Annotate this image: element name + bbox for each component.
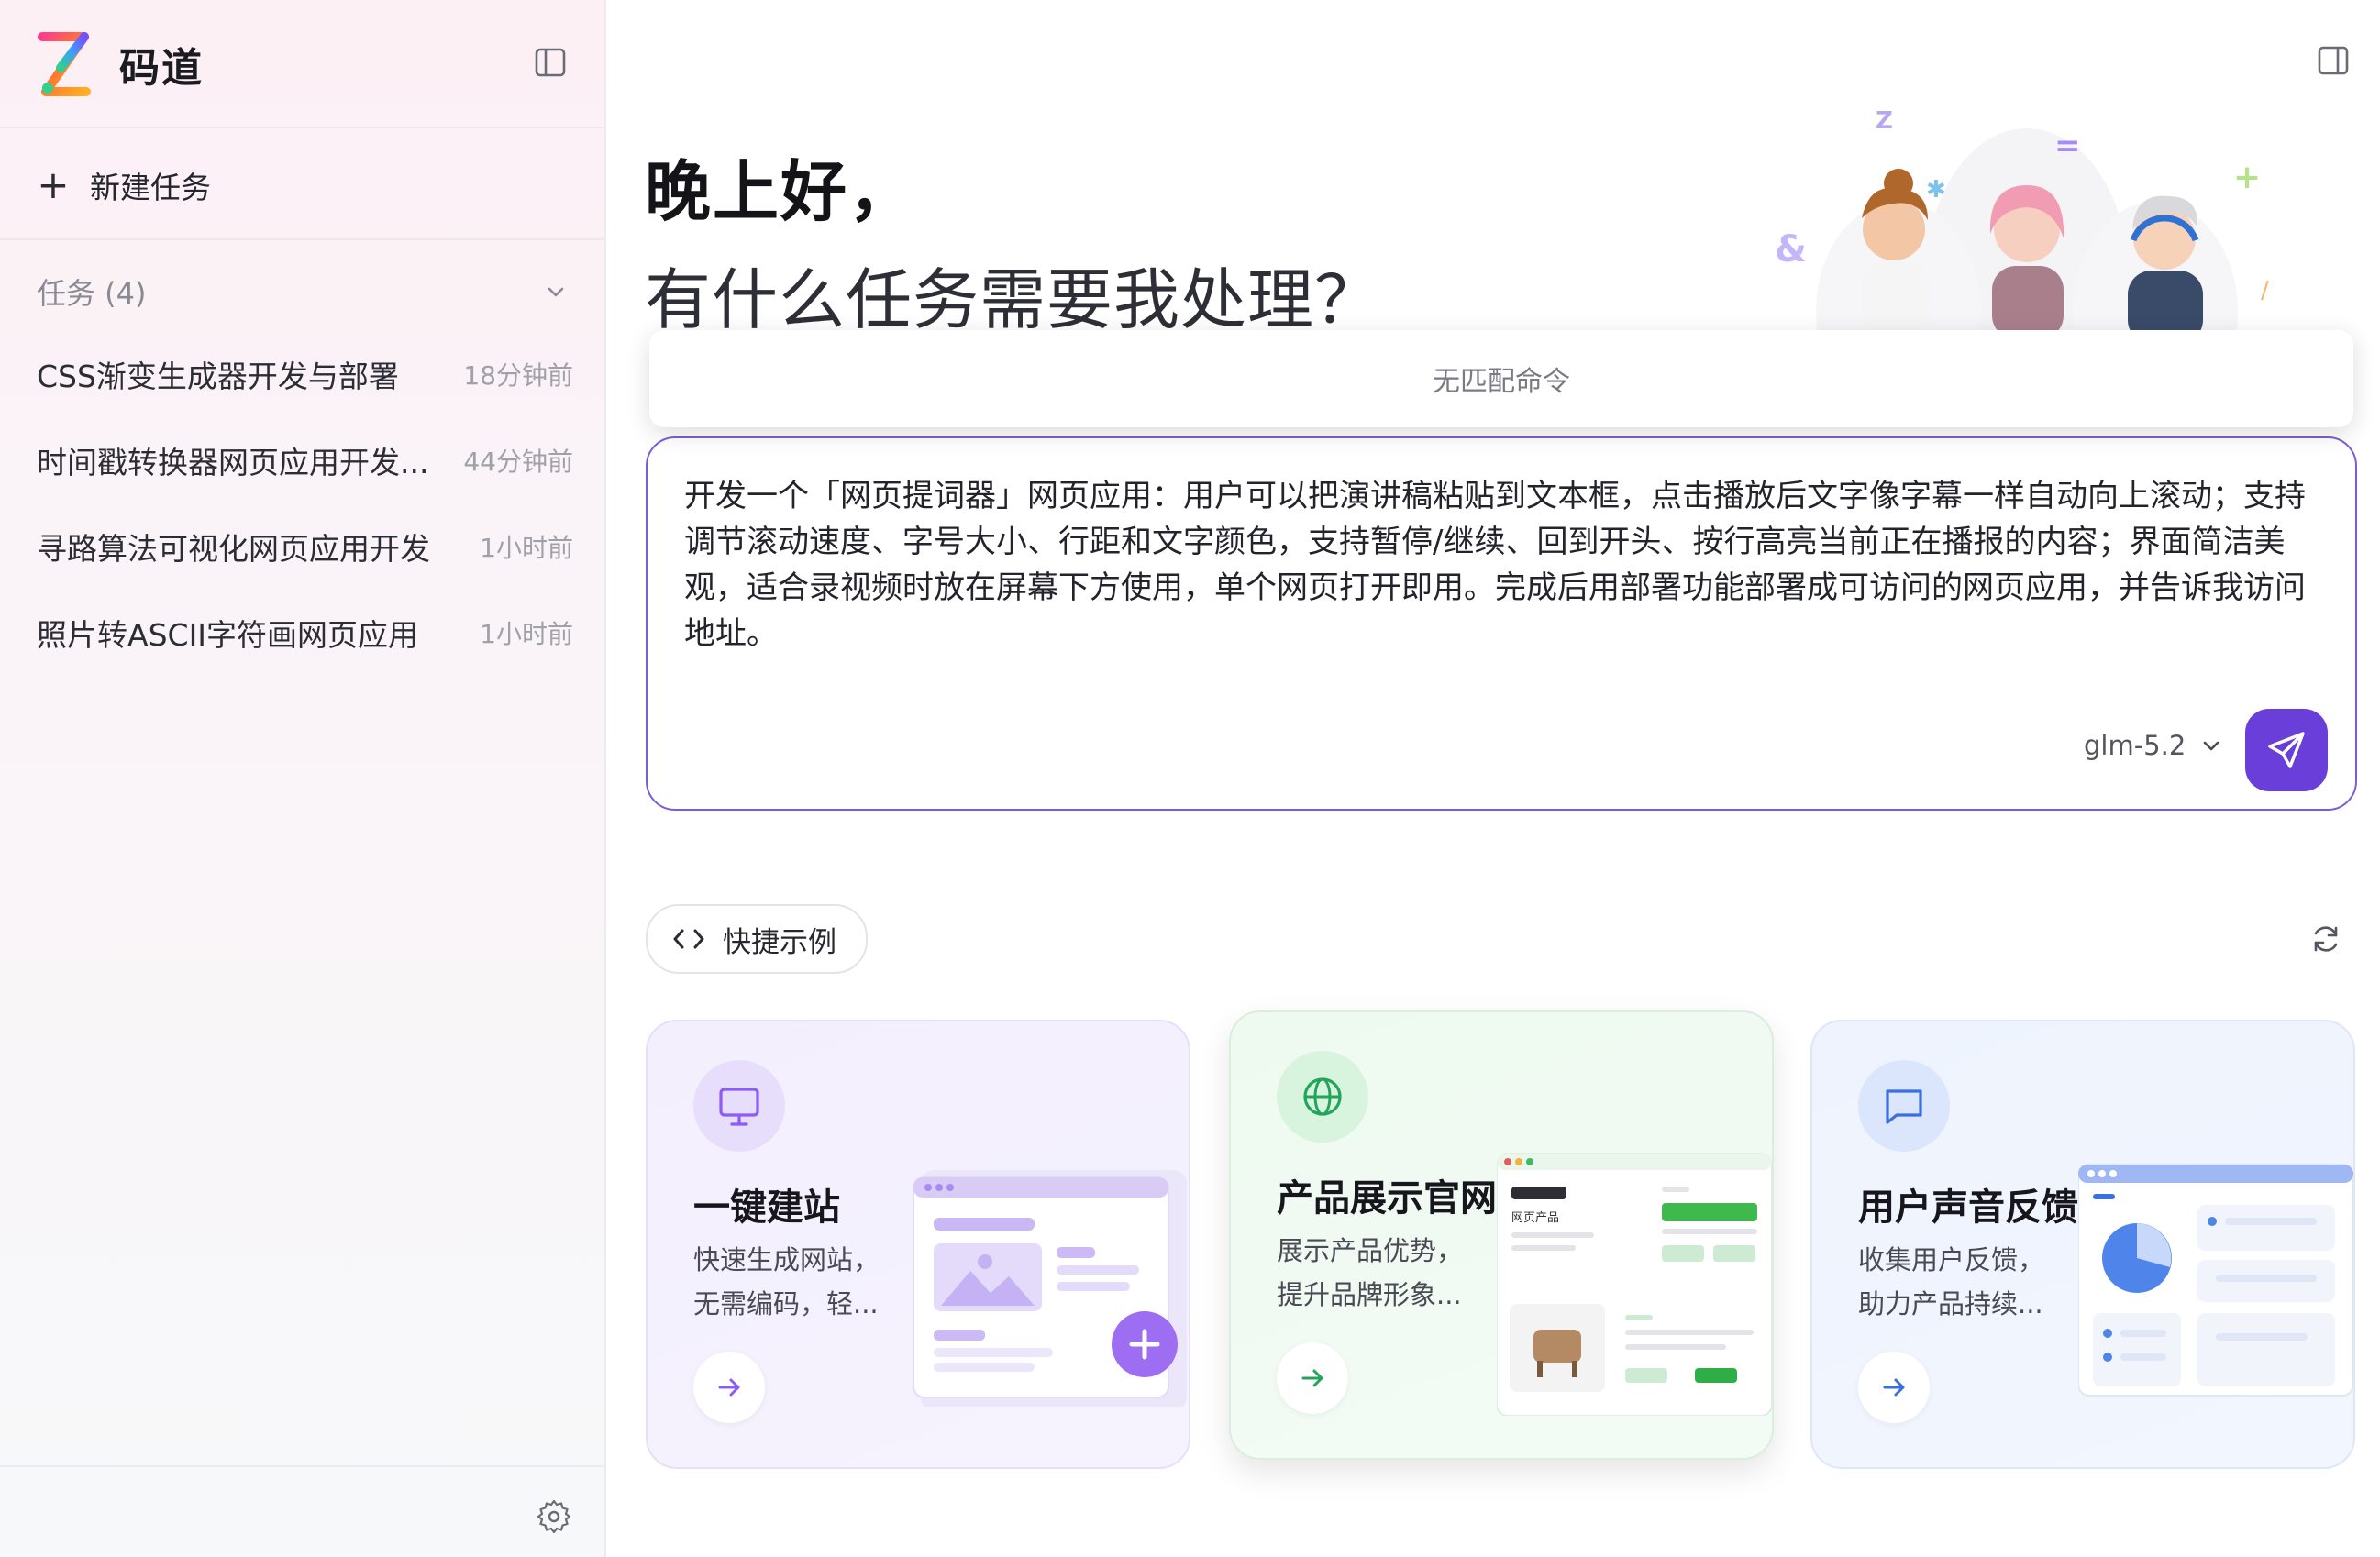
svg-text:Z: Z: [1876, 107, 1893, 135]
refresh-icon[interactable]: [2308, 921, 2344, 957]
divider: [0, 238, 604, 240]
chevron-down-icon: [2204, 741, 2219, 751]
brand[interactable]: 码道: [35, 29, 204, 99]
card-description: 展示产品优势， 提升品牌形象...: [1277, 1235, 1464, 1310]
command-suggestions-dropdown: 无匹配命令: [649, 330, 2353, 427]
task-name: 照片转ASCII字符画网页应用: [37, 617, 419, 653]
svg-text:网页产品: 网页产品: [1511, 1211, 1559, 1225]
model-selector[interactable]: glm-5.2: [2084, 730, 2226, 761]
task-item[interactable]: CSS渐变生成器开发与部署 18分钟前: [37, 347, 573, 402]
svg-text:=: =: [2054, 127, 2081, 164]
product-site-mockup-illustration: 网页产品: [1496, 1150, 1772, 1417]
example-card-website[interactable]: 一键建站 快速生成网站， 无需编码，轻...: [646, 1020, 1190, 1469]
greeting: 晚上好，: [645, 153, 917, 230]
model-name: glm-5.2: [2084, 730, 2186, 761]
task-item[interactable]: 照片转ASCII字符画网页应用 1小时前: [37, 605, 573, 660]
task-name: 时间戳转换器网页应用开发...: [37, 445, 429, 480]
quick-examples-label: 快捷示例: [723, 925, 836, 959]
svg-text:&: &: [1775, 228, 1807, 271]
arrow-right-icon[interactable]: [1858, 1352, 1930, 1423]
card-description: 收集用户反馈， 助力产品持续...: [1858, 1244, 2045, 1320]
arrow-right-icon[interactable]: [1277, 1342, 1348, 1414]
example-card-product-site[interactable]: 产品展示官网 展示产品优势， 提升品牌形象... 网页产品: [1229, 1010, 1774, 1460]
arrow-right-icon[interactable]: [693, 1352, 765, 1423]
divider: [0, 127, 604, 128]
svg-text:+: +: [2233, 159, 2261, 196]
brand-name: 码道: [119, 45, 204, 92]
card-title: 用户声音反馈: [1858, 1187, 2078, 1229]
globe-icon: [1277, 1051, 1368, 1143]
quick-examples-button[interactable]: 快捷示例: [646, 904, 868, 974]
task-item[interactable]: 寻路算法可视化网页应用开发 1小时前: [37, 519, 573, 574]
divider: [0, 1465, 604, 1467]
tasks-section-toggle[interactable]: 任务 (4): [37, 266, 569, 317]
no-match-command-text: 无匹配命令: [1433, 366, 1570, 398]
gear-icon[interactable]: [536, 1498, 572, 1535]
right-panel-toggle-icon[interactable]: [2315, 42, 2352, 79]
website-mockup-illustration: [913, 1159, 1189, 1410]
svg-text:✱: ✱: [1926, 176, 1946, 204]
task-time: 44分钟前: [463, 447, 573, 477]
monitor-icon: [693, 1060, 785, 1152]
sidebar-collapse-icon[interactable]: [532, 44, 569, 81]
card-title: 产品展示官网: [1277, 1177, 1497, 1220]
chevron-down-icon: [548, 287, 564, 297]
task-name: CSS渐变生成器开发与部署: [37, 359, 399, 394]
task-time: 1小时前: [480, 619, 573, 649]
task-time: 1小时前: [480, 533, 573, 563]
send-icon: [2268, 732, 2305, 768]
greeting-question: 有什么任务需要我处理？: [645, 261, 1382, 338]
prompt-input[interactable]: 开发一个「网页提词器」网页应用：用户可以把演讲稿粘贴到文本框，点击播放后文字像字…: [646, 436, 2357, 811]
tasks-section-title: 任务 (4): [37, 276, 147, 311]
message-square-icon: [1858, 1060, 1950, 1152]
infinity-logo-icon: [38, 32, 91, 96]
feedback-dashboard-illustration: [2077, 1159, 2353, 1407]
task-item[interactable]: 时间戳转换器网页应用开发... 44分钟前: [37, 433, 573, 488]
prompt-textarea[interactable]: 开发一个「网页提词器」网页应用：用户可以把演讲稿粘贴到文本框，点击播放后文字像字…: [684, 473, 2326, 657]
task-name: 寻路算法可视化网页应用开发: [37, 531, 430, 567]
svg-text:/: /: [2261, 277, 2269, 304]
new-task-label: 新建任务: [90, 170, 211, 205]
card-description: 快速生成网站， 无需编码，轻...: [693, 1244, 880, 1320]
task-time: 18分钟前: [463, 360, 573, 391]
code-icon: [673, 929, 704, 949]
plus-icon: +: [37, 162, 70, 207]
send-button[interactable]: [2245, 709, 2328, 791]
card-title: 一键建站: [693, 1187, 840, 1229]
example-card-feedback[interactable]: 用户声音反馈 收集用户反馈， 助力产品持续...: [1810, 1020, 2355, 1469]
new-task-button[interactable]: + 新建任务: [35, 158, 211, 213]
sidebar: 码道 + 新建任务 任务 (4) CSS渐变生成器开发与部署 18分钟前 时间戳…: [0, 0, 606, 1557]
